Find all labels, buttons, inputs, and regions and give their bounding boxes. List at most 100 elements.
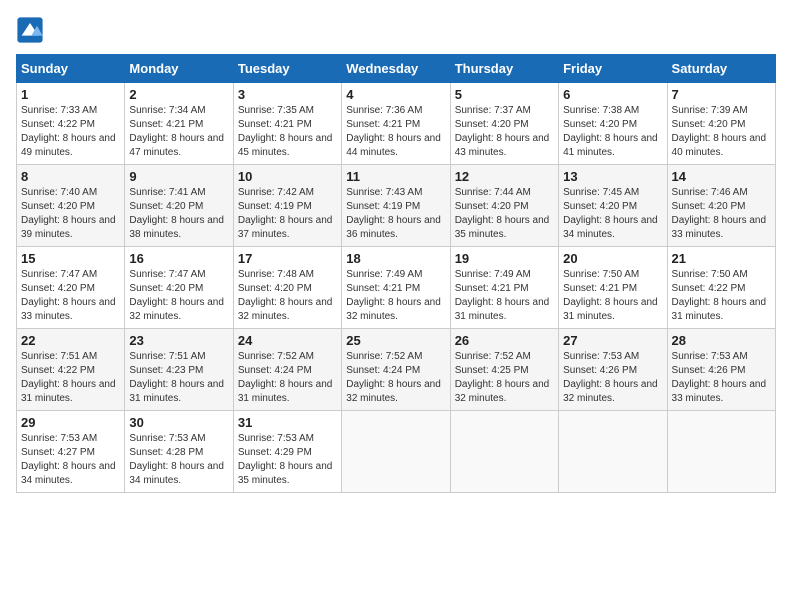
weekday-header-friday: Friday xyxy=(559,55,667,83)
calendar-cell: 14 Sunrise: 7:46 AMSunset: 4:20 PMDayligh… xyxy=(667,165,775,247)
day-number: 13 xyxy=(563,169,662,184)
calendar-week-5: 29 Sunrise: 7:53 AMSunset: 4:27 PMDayligh… xyxy=(17,411,776,493)
calendar-cell: 13 Sunrise: 7:45 AMSunset: 4:20 PMDayligh… xyxy=(559,165,667,247)
day-number: 22 xyxy=(21,333,120,348)
calendar-cell: 12 Sunrise: 7:44 AMSunset: 4:20 PMDayligh… xyxy=(450,165,558,247)
weekday-header-thursday: Thursday xyxy=(450,55,558,83)
day-number: 7 xyxy=(672,87,771,102)
day-number: 17 xyxy=(238,251,337,266)
day-detail: Sunrise: 7:38 AMSunset: 4:20 PMDaylight:… xyxy=(563,105,658,158)
day-detail: Sunrise: 7:53 AMSunset: 4:28 PMDaylight:… xyxy=(129,433,224,486)
day-number: 31 xyxy=(238,415,337,430)
weekday-header-monday: Monday xyxy=(125,55,233,83)
day-detail: Sunrise: 7:45 AMSunset: 4:20 PMDaylight:… xyxy=(563,187,658,240)
day-detail: Sunrise: 7:39 AMSunset: 4:20 PMDaylight:… xyxy=(672,105,767,158)
day-detail: Sunrise: 7:34 AMSunset: 4:21 PMDaylight:… xyxy=(129,105,224,158)
day-number: 28 xyxy=(672,333,771,348)
calendar-cell: 23 Sunrise: 7:51 AMSunset: 4:23 PMDayligh… xyxy=(125,329,233,411)
day-number: 12 xyxy=(455,169,554,184)
day-detail: Sunrise: 7:52 AMSunset: 4:24 PMDaylight:… xyxy=(238,351,333,404)
weekday-header-tuesday: Tuesday xyxy=(233,55,341,83)
day-number: 10 xyxy=(238,169,337,184)
day-number: 21 xyxy=(672,251,771,266)
calendar-body: 1Sunrise: 7:33 AMSunset: 4:22 PMDaylight… xyxy=(17,83,776,493)
calendar-cell: 27 Sunrise: 7:53 AMSunset: 4:26 PMDayligh… xyxy=(559,329,667,411)
day-number: 15 xyxy=(21,251,120,266)
day-number: 9 xyxy=(129,169,228,184)
day-number: 25 xyxy=(346,333,445,348)
day-detail: Sunrise: 7:40 AMSunset: 4:20 PMDaylight:… xyxy=(21,187,116,240)
day-number: 4 xyxy=(346,87,445,102)
calendar-table: SundayMondayTuesdayWednesdayThursdayFrid… xyxy=(16,54,776,493)
day-number: 20 xyxy=(563,251,662,266)
day-detail: Sunrise: 7:36 AMSunset: 4:21 PMDaylight:… xyxy=(346,105,441,158)
day-number: 8 xyxy=(21,169,120,184)
day-detail: Sunrise: 7:51 AMSunset: 4:22 PMDaylight:… xyxy=(21,351,116,404)
day-detail: Sunrise: 7:47 AMSunset: 4:20 PMDaylight:… xyxy=(21,269,116,322)
calendar-cell: 18Sunrise: 7:49 AMSunset: 4:21 PMDayligh… xyxy=(342,247,450,329)
day-number: 26 xyxy=(455,333,554,348)
day-detail: Sunrise: 7:46 AMSunset: 4:20 PMDaylight:… xyxy=(672,187,767,240)
weekday-header-sunday: Sunday xyxy=(17,55,125,83)
calendar-header: SundayMondayTuesdayWednesdayThursdayFrid… xyxy=(17,55,776,83)
calendar-cell: 15 Sunrise: 7:47 AMSunset: 4:20 PMDayligh… xyxy=(17,247,125,329)
day-detail: Sunrise: 7:53 AMSunset: 4:26 PMDaylight:… xyxy=(563,351,658,404)
day-detail: Sunrise: 7:48 AMSunset: 4:20 PMDaylight:… xyxy=(238,269,333,322)
day-detail: Sunrise: 7:51 AMSunset: 4:23 PMDaylight:… xyxy=(129,351,224,404)
day-number: 5 xyxy=(455,87,554,102)
day-number: 14 xyxy=(672,169,771,184)
day-detail: Sunrise: 7:53 AMSunset: 4:26 PMDaylight:… xyxy=(672,351,767,404)
calendar-cell: 1Sunrise: 7:33 AMSunset: 4:22 PMDaylight… xyxy=(17,83,125,165)
calendar-cell: 31 Sunrise: 7:53 AMSunset: 4:29 PMDayligh… xyxy=(233,411,341,493)
day-number: 3 xyxy=(238,87,337,102)
day-detail: Sunrise: 7:53 AMSunset: 4:29 PMDaylight:… xyxy=(238,433,333,486)
logo xyxy=(16,16,46,44)
calendar-cell xyxy=(667,411,775,493)
calendar-cell: 20Sunrise: 7:50 AMSunset: 4:21 PMDayligh… xyxy=(559,247,667,329)
calendar-week-2: 8 Sunrise: 7:40 AMSunset: 4:20 PMDaylight… xyxy=(17,165,776,247)
day-detail: Sunrise: 7:52 AMSunset: 4:25 PMDaylight:… xyxy=(455,351,550,404)
day-number: 18 xyxy=(346,251,445,266)
weekday-header-wednesday: Wednesday xyxy=(342,55,450,83)
day-number: 27 xyxy=(563,333,662,348)
day-detail: Sunrise: 7:49 AMSunset: 4:21 PMDaylight:… xyxy=(455,269,550,322)
calendar-cell: 29 Sunrise: 7:53 AMSunset: 4:27 PMDayligh… xyxy=(17,411,125,493)
day-detail: Sunrise: 7:42 AMSunset: 4:19 PMDaylight:… xyxy=(238,187,333,240)
day-detail: Sunrise: 7:33 AMSunset: 4:22 PMDaylight:… xyxy=(21,105,116,158)
calendar-cell: 2 Sunrise: 7:34 AMSunset: 4:21 PMDaylight… xyxy=(125,83,233,165)
calendar-cell xyxy=(450,411,558,493)
day-detail: Sunrise: 7:47 AMSunset: 4:20 PMDaylight:… xyxy=(129,269,224,322)
day-detail: Sunrise: 7:53 AMSunset: 4:27 PMDaylight:… xyxy=(21,433,116,486)
calendar-cell xyxy=(342,411,450,493)
logo-icon xyxy=(16,16,44,44)
day-number: 30 xyxy=(129,415,228,430)
calendar-cell: 26 Sunrise: 7:52 AMSunset: 4:25 PMDayligh… xyxy=(450,329,558,411)
day-detail: Sunrise: 7:50 AMSunset: 4:22 PMDaylight:… xyxy=(672,269,767,322)
day-detail: Sunrise: 7:35 AMSunset: 4:21 PMDaylight:… xyxy=(238,105,333,158)
calendar-cell: 11Sunrise: 7:43 AMSunset: 4:19 PMDayligh… xyxy=(342,165,450,247)
day-detail: Sunrise: 7:52 AMSunset: 4:24 PMDaylight:… xyxy=(346,351,441,404)
weekday-header-row: SundayMondayTuesdayWednesdayThursdayFrid… xyxy=(17,55,776,83)
calendar-cell: 6 Sunrise: 7:38 AMSunset: 4:20 PMDaylight… xyxy=(559,83,667,165)
calendar-cell: 21 Sunrise: 7:50 AMSunset: 4:22 PMDayligh… xyxy=(667,247,775,329)
header xyxy=(16,16,776,44)
calendar-cell: 16Sunrise: 7:47 AMSunset: 4:20 PMDayligh… xyxy=(125,247,233,329)
weekday-header-saturday: Saturday xyxy=(667,55,775,83)
day-number: 29 xyxy=(21,415,120,430)
calendar-week-4: 22 Sunrise: 7:51 AMSunset: 4:22 PMDayligh… xyxy=(17,329,776,411)
day-detail: Sunrise: 7:44 AMSunset: 4:20 PMDaylight:… xyxy=(455,187,550,240)
calendar-cell: 28 Sunrise: 7:53 AMSunset: 4:26 PMDayligh… xyxy=(667,329,775,411)
calendar-cell: 22 Sunrise: 7:51 AMSunset: 4:22 PMDayligh… xyxy=(17,329,125,411)
calendar-cell: 19Sunrise: 7:49 AMSunset: 4:21 PMDayligh… xyxy=(450,247,558,329)
day-number: 11 xyxy=(346,169,445,184)
calendar-cell: 4 Sunrise: 7:36 AMSunset: 4:21 PMDaylight… xyxy=(342,83,450,165)
calendar-cell: 9 Sunrise: 7:41 AMSunset: 4:20 PMDaylight… xyxy=(125,165,233,247)
day-number: 23 xyxy=(129,333,228,348)
day-number: 6 xyxy=(563,87,662,102)
calendar-cell xyxy=(559,411,667,493)
day-number: 2 xyxy=(129,87,228,102)
day-detail: Sunrise: 7:41 AMSunset: 4:20 PMDaylight:… xyxy=(129,187,224,240)
calendar-cell: 25 Sunrise: 7:52 AMSunset: 4:24 PMDayligh… xyxy=(342,329,450,411)
day-detail: Sunrise: 7:37 AMSunset: 4:20 PMDaylight:… xyxy=(455,105,550,158)
calendar-week-3: 15 Sunrise: 7:47 AMSunset: 4:20 PMDayligh… xyxy=(17,247,776,329)
